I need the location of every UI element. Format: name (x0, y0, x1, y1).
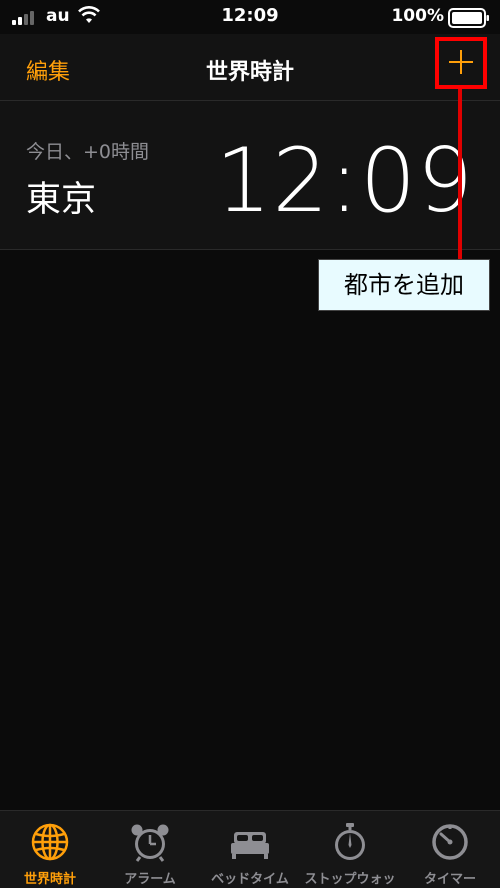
page-title: 世界時計 (205, 60, 294, 85)
tab-timer[interactable]: タイマー (400, 811, 500, 888)
bed-icon (231, 832, 269, 859)
tab-label: タイマー (423, 872, 476, 887)
add-city-button[interactable] (435, 37, 487, 89)
tab-label: ストップウォッチ (304, 872, 396, 887)
timer-icon (432, 824, 468, 860)
alarm-clock-icon (131, 824, 169, 862)
tab-stopwatch[interactable]: ストップウォッチ (300, 811, 400, 888)
annotation-line (458, 89, 462, 259)
navigation-bar: 編集 世界時計 (0, 34, 500, 101)
tab-bedtime[interactable]: ベッドタイム (200, 811, 300, 888)
clock-list-empty-area (0, 250, 500, 810)
battery-icon (448, 8, 489, 28)
world-clock-screen: au 12:09 100% 編集 世界時計 今日、+0時間 東京 12:09 都… (0, 0, 500, 888)
battery-percentage: 100% (391, 6, 444, 26)
clock-city-name: 東京 (26, 180, 97, 220)
clock-time: 12:09 (215, 129, 474, 232)
tab-alarm[interactable]: アラーム (100, 811, 200, 888)
tab-label: アラーム (124, 872, 176, 887)
clock-offset-label: 今日、+0時間 (26, 141, 150, 163)
stopwatch-icon (335, 823, 365, 860)
status-bar: au 12:09 100% (0, 0, 500, 34)
clock-list-item[interactable]: 今日、+0時間 東京 12:09 (0, 101, 500, 250)
tab-label: ベッドタイム (211, 872, 289, 887)
globe-icon (31, 823, 69, 861)
tab-label: 世界時計 (23, 872, 76, 887)
tab-bar: 世界時計 アラーム ベッドタイム ストップウォッ タイマー (0, 810, 500, 888)
annotation-callout: 都市を追加 (318, 259, 490, 311)
tab-world-clock[interactable]: 世界時計 (0, 811, 100, 888)
